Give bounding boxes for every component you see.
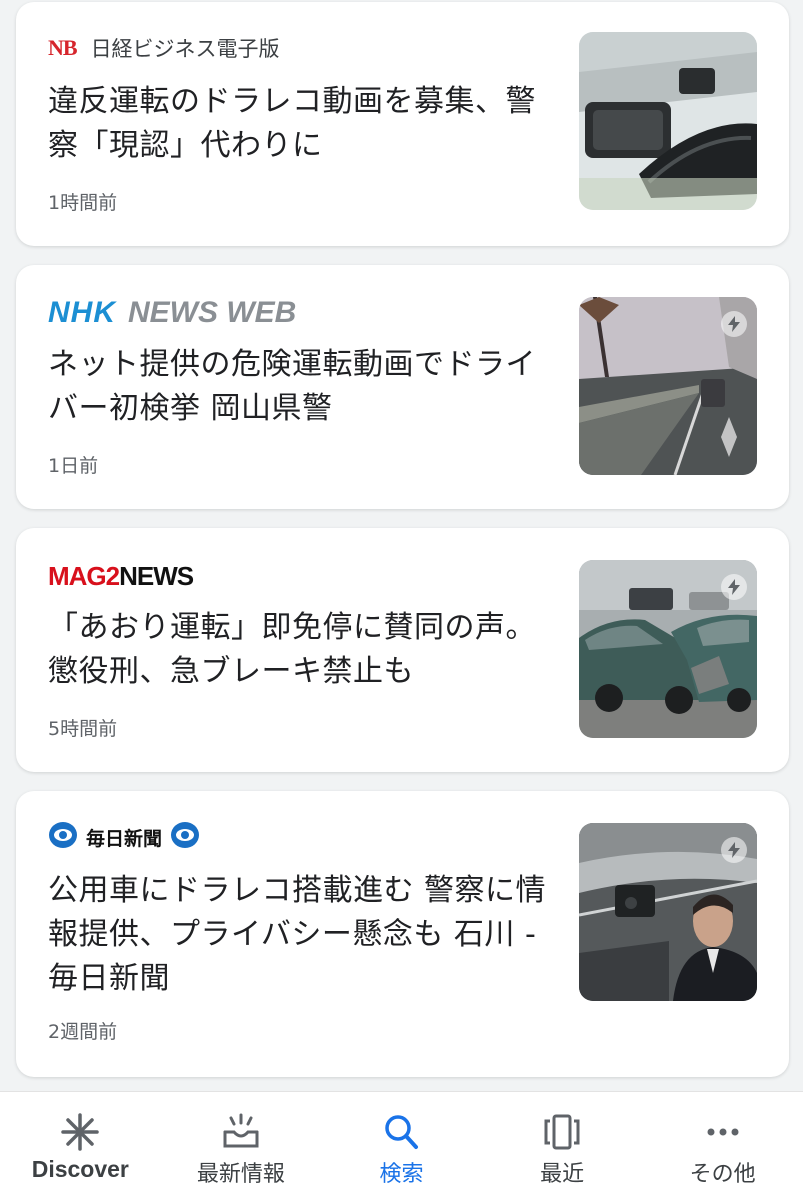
article-thumbnail[interactable] <box>579 560 757 738</box>
nav-label: Discover <box>31 1156 129 1182</box>
bottom-navigation: Discover 最新情報 検索 最近 その他 <box>0 1091 803 1201</box>
more-dots-icon <box>703 1112 743 1152</box>
asterisk-icon <box>60 1112 100 1152</box>
mainichi-logo-icon <box>48 820 78 854</box>
article-source: NB 日経ビジネス電子版 <box>48 30 280 66</box>
mainichi-logo-icon <box>170 820 200 854</box>
amp-bolt-icon <box>721 837 747 863</box>
source-name: 日経ビジネス電子版 <box>90 37 280 61</box>
article-time: 5時間前 <box>48 718 118 740</box>
article-time: 1日前 <box>48 455 99 477</box>
article-card[interactable]: 毎日新聞 公用車にドラレコ搭載進む 警察に情報提供、プライバシー懸念も 石川 -… <box>16 791 789 1077</box>
search-icon <box>381 1112 421 1152</box>
nav-discover[interactable]: Discover <box>0 1092 161 1201</box>
article-thumbnail[interactable] <box>579 32 757 210</box>
article-card[interactable]: MAG2 NEWS 「あおり運転」即免停に賛同の声。懲役刑、急ブレーキ禁止も 5… <box>16 528 789 772</box>
article-headline[interactable]: ネット提供の危険運転動画でドライバー初検挙 岡山県警 <box>48 343 548 431</box>
source-logo: NB <box>48 35 78 60</box>
source-name: NEWS WEB <box>128 296 297 329</box>
source-name: NEWS <box>119 560 194 591</box>
nav-label: 最新情報 <box>196 1162 285 1187</box>
article-headline[interactable]: 違反運転のドラレコ動画を募集、警察「現認」代わりに <box>48 80 548 168</box>
source-logo: MAG2 <box>48 560 120 591</box>
nav-search[interactable]: 検索 <box>321 1092 482 1201</box>
article-thumbnail[interactable] <box>579 297 757 475</box>
nav-recent[interactable]: 最近 <box>482 1092 643 1201</box>
article-headline[interactable]: 「あおり運転」即免停に賛同の声。懲役刑、急ブレーキ禁止も <box>48 606 548 694</box>
article-thumbnail[interactable] <box>579 823 757 1001</box>
article-card[interactable]: NB 日経ビジネス電子版 違反運転のドラレコ動画を募集、警察「現認」代わりに 1… <box>16 2 789 246</box>
recent-cards-icon <box>542 1112 582 1152</box>
nav-label: 最近 <box>540 1162 585 1187</box>
source-logo: NHK <box>48 296 116 329</box>
amp-bolt-icon <box>721 574 747 600</box>
nav-updates[interactable]: 最新情報 <box>161 1092 322 1201</box>
article-source: NHK NEWS WEB <box>48 295 296 331</box>
nav-more[interactable]: その他 <box>642 1092 803 1201</box>
article-source: 毎日新聞 <box>48 819 200 855</box>
article-card[interactable]: NHK NEWS WEB ネット提供の危険運転動画でドライバー初検挙 岡山県警 … <box>16 265 789 509</box>
source-name: 毎日新聞 <box>86 827 163 850</box>
inbox-updates-icon <box>221 1112 261 1152</box>
article-time: 2週間前 <box>48 1021 118 1043</box>
nav-label: 検索 <box>379 1162 424 1187</box>
article-source: MAG2 NEWS <box>48 558 194 594</box>
article-headline[interactable]: 公用車にドラレコ搭載進む 警察に情報提供、プライバシー懸念も 石川 - 毎日新聞 <box>48 869 548 1001</box>
article-time: 1時間前 <box>48 192 118 214</box>
nav-label: その他 <box>689 1162 756 1187</box>
amp-bolt-icon <box>721 311 747 337</box>
